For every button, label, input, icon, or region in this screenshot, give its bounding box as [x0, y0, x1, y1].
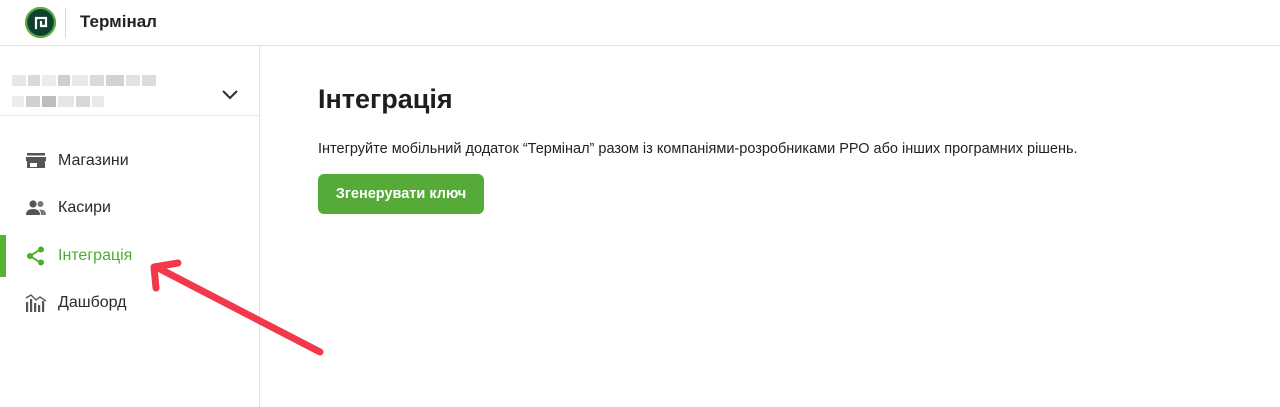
main-content: Інтеграція Інтегруйте мобільний додаток … [261, 46, 1280, 407]
sidebar-item-cashiers[interactable]: Касири [0, 187, 259, 229]
people-icon [25, 198, 47, 218]
app-title: Термінал [80, 12, 157, 31]
redacted-account-name [12, 75, 156, 86]
chevron-down-icon[interactable] [221, 88, 239, 106]
integration-description: Інтегруйте мобільний додаток “Термінал” … [318, 141, 1078, 157]
generate-key-button[interactable]: Згенерувати ключ [318, 174, 484, 214]
sidebar-item-label: Дашборд [58, 294, 127, 311]
sidebar-item-label: Касири [58, 199, 111, 216]
redacted-account-id [12, 96, 104, 107]
privat-logo-icon[interactable] [25, 7, 56, 38]
annotation-arrow-icon [140, 250, 340, 375]
share-icon [25, 246, 47, 266]
header-divider [65, 8, 66, 38]
store-icon [25, 151, 47, 171]
sidebar-item-stores[interactable]: Магазини [0, 140, 259, 182]
sidebar-item-label: Магазини [58, 152, 129, 169]
sidebar-item-label: Інтеграція [58, 247, 133, 264]
page-title: Інтеграція [318, 84, 453, 114]
analytics-icon [25, 293, 47, 313]
top-header: Термінал [0, 0, 1280, 46]
account-selector[interactable] [0, 46, 260, 116]
